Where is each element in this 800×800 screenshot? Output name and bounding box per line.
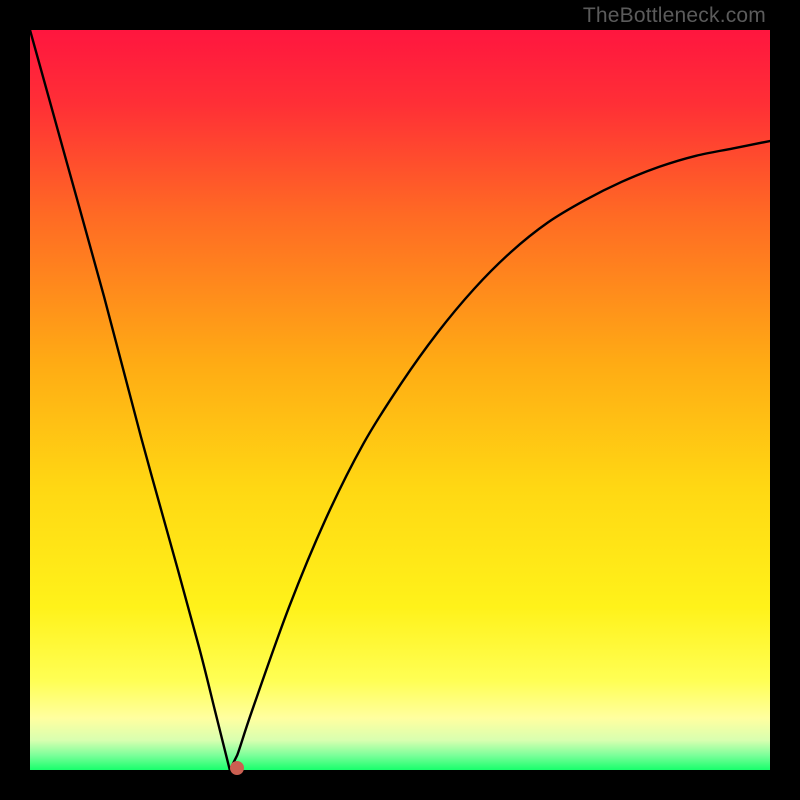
watermark-text: TheBottleneck.com: [583, 4, 766, 28]
plot-area: [30, 30, 770, 770]
optimum-marker: [230, 761, 244, 775]
bottleneck-curve: [30, 30, 770, 770]
